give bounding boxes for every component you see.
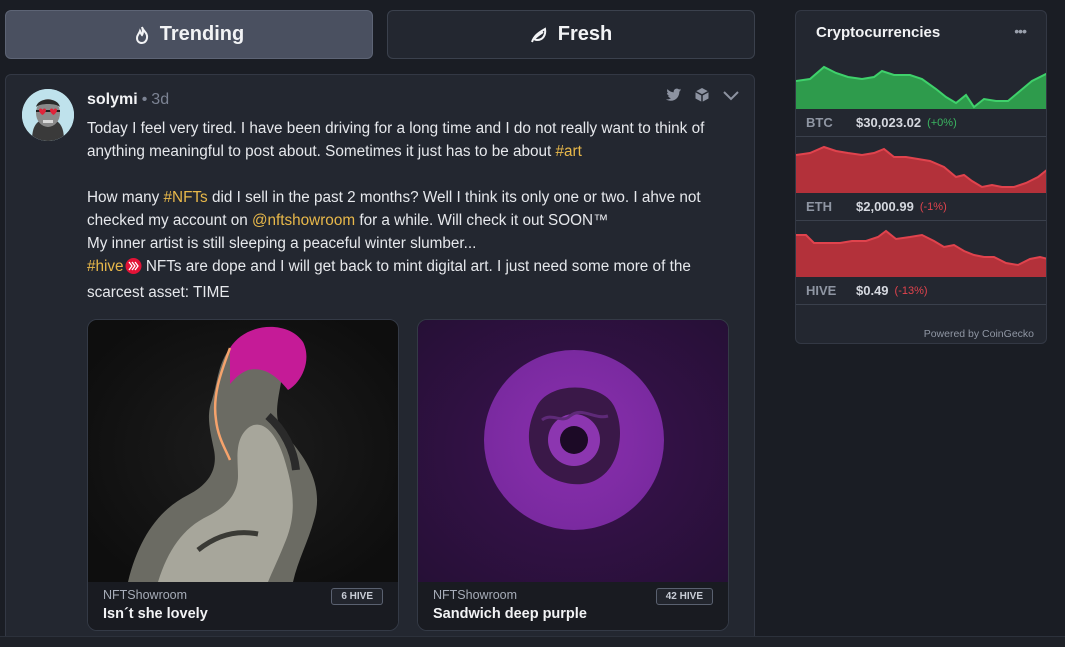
post-paragraph-1: Today I feel very tired. I have been dri… <box>87 117 737 163</box>
author-name[interactable]: solymi <box>87 91 138 108</box>
nft-image <box>418 320 728 582</box>
separator: • <box>141 91 148 108</box>
cube-icon[interactable] <box>694 87 710 108</box>
coin-label: HIVE $0.49 (-13%) <box>796 277 1046 305</box>
coin-price: $2,000.99 <box>856 199 914 214</box>
paragraph-text: How many <box>87 189 164 206</box>
crypto-widget: Cryptocurrencies ••• BTC $30,023.02 (+0%… <box>795 10 1047 344</box>
post-paragraph-2: How many #NFTs did I sell in the past 2 … <box>87 186 737 304</box>
post-card: solymi • 3d Today I feel very tired. I hav… <box>5 74 755 647</box>
twitter-icon[interactable] <box>666 88 682 107</box>
coin-change: (+0%) <box>927 116 957 129</box>
tab-trending-label: Trending <box>159 23 245 45</box>
coin-row-hive[interactable]: HIVE $0.49 (-13%) <box>796 221 1046 305</box>
leaf-icon <box>530 26 548 43</box>
chevron-down-icon[interactable] <box>722 89 740 107</box>
coin-symbol: ETH <box>806 199 832 214</box>
more-menu-icon[interactable]: ••• <box>1014 23 1027 39</box>
tab-fresh[interactable]: Fresh <box>387 10 755 59</box>
coin-price: $30,023.02 <box>856 115 922 130</box>
hive-sparkline <box>796 229 1046 277</box>
btc-sparkline <box>796 65 1046 109</box>
widget-title: Cryptocurrencies <box>816 24 941 41</box>
hashtag-art[interactable]: #art <box>556 143 582 160</box>
tab-fresh-label: Fresh <box>557 23 613 45</box>
nft-footer: NFTShowroom Isn´t she lovely 6 HIVE <box>88 582 398 630</box>
nft-title[interactable]: Isn´t she lovely <box>103 606 383 622</box>
powered-by-link[interactable]: Powered by CoinGecko <box>924 328 1034 340</box>
paragraph-text: NFTs are dope and I will get back to min… <box>87 258 691 301</box>
coin-price: $0.49 <box>856 283 889 298</box>
coin-row-eth[interactable]: ETH $2,000.99 (-1%) <box>796 137 1046 221</box>
nft-title[interactable]: Sandwich deep purple <box>433 606 713 622</box>
nft-card[interactable]: NFTShowroom Isn´t she lovely 6 HIVE <box>87 319 399 631</box>
eth-sparkline <box>796 145 1046 193</box>
mention-nftshowroom[interactable]: @nftshowroom <box>252 212 355 229</box>
paragraph-text: My inner artist is still sleeping a peac… <box>87 235 477 252</box>
hashtag-hive[interactable]: #hive <box>87 258 124 275</box>
coin-symbol: HIVE <box>806 283 837 298</box>
post-body: Today I feel very tired. I have been dri… <box>87 117 737 304</box>
bottom-bar <box>0 636 1065 647</box>
nft-price-badge: 42 HIVE <box>655 588 713 605</box>
coin-label: BTC $30,023.02 (+0%) <box>796 109 1046 137</box>
nft-card[interactable]: NFTShowroom Sandwich deep purple 42 HIVE <box>417 319 729 631</box>
coin-label: ETH $2,000.99 (-1%) <box>796 193 1046 221</box>
hive-logo-icon <box>125 258 142 281</box>
flame-icon <box>134 26 150 44</box>
post-author: solymi • 3d <box>87 91 169 109</box>
nft-footer: NFTShowroom Sandwich deep purple 42 HIVE <box>418 582 728 630</box>
avatar[interactable] <box>22 89 74 141</box>
post-actions <box>666 87 740 108</box>
nft-image <box>88 320 398 582</box>
hashtag-nfts[interactable]: #NFTs <box>164 189 208 206</box>
paragraph-text: Today I feel very tired. I have been dri… <box>87 120 705 160</box>
paragraph-text: for a while. Will check it out SOON™ <box>355 212 609 229</box>
post-age: 3d <box>151 91 170 108</box>
nft-price-badge: 6 HIVE <box>331 588 383 605</box>
coin-symbol: BTC <box>806 115 833 130</box>
coin-change: (-1%) <box>919 200 947 213</box>
coin-change: (-13%) <box>894 284 928 297</box>
coin-row-btc[interactable]: BTC $30,023.02 (+0%) <box>796 53 1046 137</box>
tab-trending[interactable]: Trending <box>5 10 373 59</box>
